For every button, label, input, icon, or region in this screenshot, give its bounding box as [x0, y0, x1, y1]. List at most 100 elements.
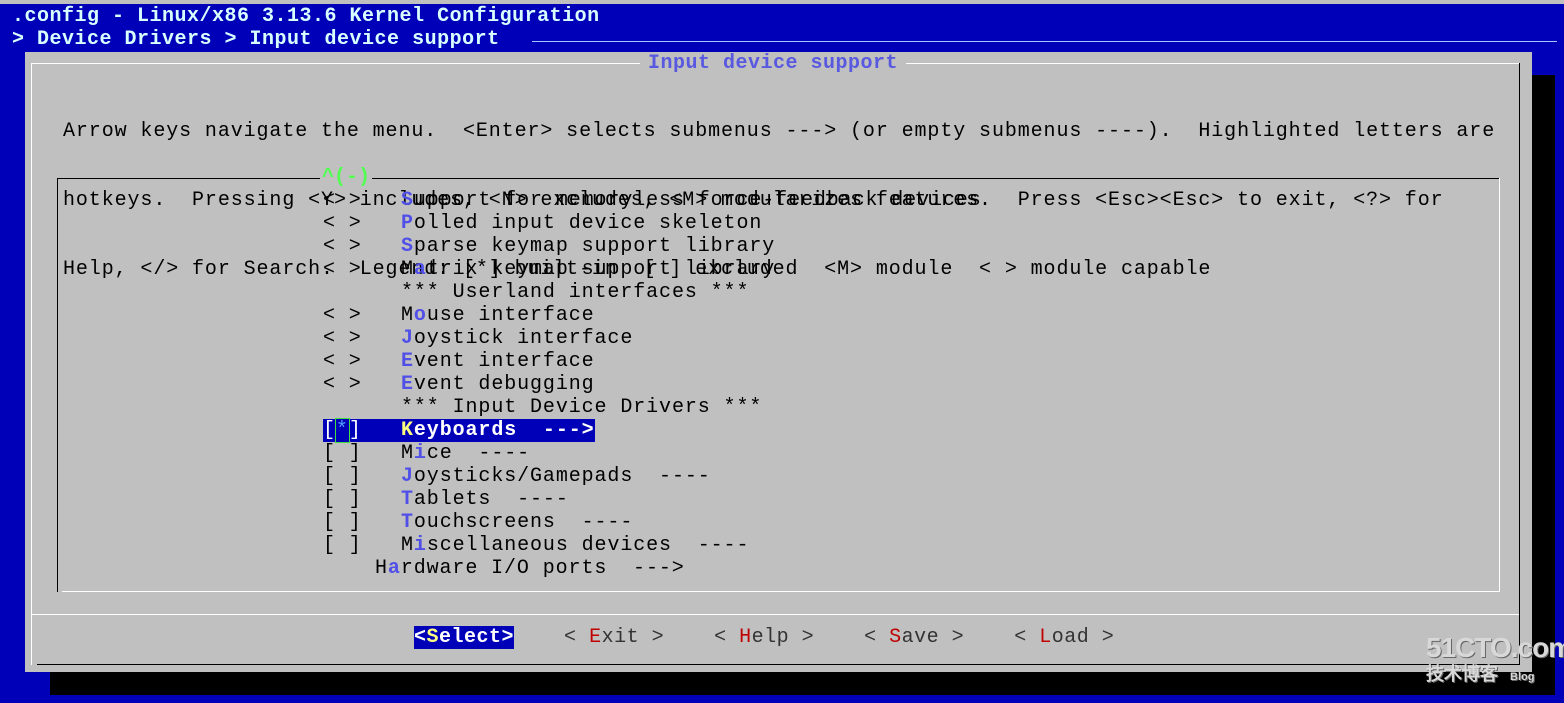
- menu-box-top: [57, 178, 1500, 179]
- item-label-rest: oystick interface: [413, 327, 634, 350]
- button-select[interactable]: <Select>: [414, 626, 515, 649]
- menu-item[interactable]: < > Joystick interface: [323, 327, 982, 350]
- button-label-rest: xit >: [601, 626, 665, 649]
- button-help[interactable]: < Help >: [714, 626, 814, 649]
- menu-item[interactable]: < > Sparse keymap support library: [323, 235, 982, 258]
- item-checkbox[interactable]: < >: [323, 350, 401, 373]
- item-label-rest: trix keymap support library: [426, 258, 776, 281]
- item-label-prefix: M: [401, 258, 414, 281]
- breadcrumb: > Device Drivers > Input device support: [12, 28, 500, 51]
- item-checkbox[interactable]: [ ]: [323, 511, 401, 534]
- button-label-rest: ave >: [901, 626, 965, 649]
- menu-item[interactable]: [ ] Mice ----: [323, 442, 982, 465]
- item-label: Hardware I/O ports --->: [375, 557, 685, 580]
- button-bracket: <: [714, 626, 740, 649]
- menu-item-selected[interactable]: [*] Keyboards --->: [323, 418, 595, 443]
- item-label-rest: vent debugging: [413, 373, 595, 396]
- item-checkbox[interactable]: < >: [323, 327, 401, 350]
- item-label: Joysticks/Gamepads ----: [401, 465, 711, 488]
- menu-item[interactable]: < > Matrix keymap support library: [323, 258, 982, 281]
- menu-item[interactable]: < > Mouse interface: [323, 304, 982, 327]
- button-label-rest: oad >: [1051, 626, 1115, 649]
- item-checkbox[interactable]: [ ]: [323, 534, 401, 557]
- item-hotkey: T: [401, 488, 414, 511]
- watermark-sub-text: 技术博客: [1426, 664, 1498, 684]
- dialog-frame-left: [31, 63, 32, 665]
- item-label: Event interface: [401, 350, 595, 373]
- item-hotkey: S: [401, 235, 414, 258]
- item-hotkey: T: [401, 511, 414, 534]
- item-label-rest: parse keymap support library: [413, 235, 776, 258]
- item-label: Miscellaneous devices ----: [401, 534, 749, 557]
- menu-box-left: [57, 178, 58, 592]
- button-exit[interactable]: < Exit >: [564, 626, 664, 649]
- item-checkbox[interactable]: < >: [323, 258, 401, 281]
- item-hotkey: J: [401, 465, 414, 488]
- scroll-up-indicator[interactable]: ^(-): [320, 166, 373, 189]
- menu-item[interactable]: *** Input Device Drivers ***: [323, 396, 982, 419]
- item-label-rest: scellaneous devices ----: [426, 534, 750, 557]
- item-label: Sparse keymap support library: [401, 235, 775, 258]
- menu-item[interactable]: *** Userland interfaces ***: [323, 281, 982, 304]
- item-hotkey: a: [413, 258, 427, 281]
- button-hotkey: L: [1039, 626, 1052, 649]
- menu-item[interactable]: < > Event debugging: [323, 373, 982, 396]
- button-save[interactable]: < Save >: [864, 626, 964, 649]
- item-checkbox[interactable]: < >: [323, 304, 401, 327]
- item-label: Matrix keymap support library: [401, 258, 775, 281]
- item-checkbox[interactable]: [*]: [323, 418, 401, 443]
- item-label-rest: vent interface: [413, 350, 595, 373]
- help-line: Arrow keys navigate the menu. <Enter> se…: [63, 120, 1496, 143]
- item-checkbox[interactable]: < >: [323, 235, 401, 258]
- menu-item[interactable]: [ ] Joysticks/Gamepads ----: [323, 465, 982, 488]
- item-label-rest: oysticks/Gamepads ----: [413, 465, 711, 488]
- window-top-edge: [0, 0, 1564, 4]
- item-hotkey: P: [401, 212, 414, 235]
- item-hotkey: o: [413, 304, 427, 327]
- item-label-prefix: M: [401, 534, 414, 557]
- menu-item[interactable]: Hardware I/O ports --->: [323, 557, 982, 580]
- item-label-prefix: *** Input Device Drivers ***: [401, 396, 763, 419]
- window-title: .config - Linux/x86 3.13.6 Kernel Config…: [12, 5, 600, 28]
- item-hotkey: S: [401, 189, 414, 212]
- button-load[interactable]: < Load >: [1014, 626, 1114, 649]
- item-label-rest: eyboards --->: [413, 419, 595, 442]
- breadcrumb-rule: [532, 41, 1557, 42]
- watermark-blog: Blog: [1510, 671, 1535, 683]
- item-label-rest: rdware I/O ports --->: [400, 557, 685, 580]
- item-hotkey: E: [401, 350, 414, 373]
- menu-box-right: [1499, 178, 1500, 592]
- item-label-prefix: M: [401, 304, 414, 327]
- button-bracket: <: [1014, 626, 1040, 649]
- menu-item[interactable]: [ ] Tablets ----: [323, 488, 982, 511]
- item-hotkey: K: [401, 419, 414, 442]
- item-label-rest: upport for memoryless force-feedback dev…: [413, 189, 982, 212]
- item-checkbox[interactable]: [ ]: [323, 488, 401, 511]
- item-label-prefix: H: [375, 557, 388, 580]
- button-label-rest: elect>: [439, 626, 515, 649]
- watermark: 51CTO.com 技术博客 Blog: [1426, 632, 1564, 686]
- item-label: Touchscreens ----: [401, 511, 633, 534]
- item-checkbox[interactable]: < >: [323, 373, 401, 396]
- item-checkbox[interactable]: < >: [323, 212, 401, 235]
- menu-item[interactable]: < > Support for memoryless force-feedback…: [323, 189, 982, 212]
- item-checkbox[interactable]: [ ]: [323, 465, 401, 488]
- menu-item[interactable]: [ ] Miscellaneous devices ----: [323, 534, 982, 557]
- item-checkbox[interactable]: < >: [323, 189, 401, 212]
- menu-item[interactable]: [ ] Touchscreens ----: [323, 511, 982, 534]
- dialog-frame-bottom: [37, 664, 1520, 665]
- item-checkbox[interactable]: [ ]: [323, 442, 401, 465]
- button-bracket: <: [414, 626, 427, 649]
- item-label-rest: ablets ----: [413, 488, 569, 511]
- menu-box-bottom: [62, 591, 1500, 592]
- item-label-prefix: *** Userland interfaces ***: [401, 281, 750, 304]
- item-label: *** Userland interfaces ***: [401, 281, 749, 304]
- item-hotkey: i: [413, 534, 427, 557]
- item-hotkey: E: [401, 373, 414, 396]
- menu-item[interactable]: < > Polled input device skeleton: [323, 212, 982, 235]
- item-label-rest: olled input device skeleton: [413, 212, 763, 235]
- button-bar: <Select> < Exit > < Help > < Save > < Load >: [414, 626, 1164, 649]
- button-hotkey: H: [739, 626, 752, 649]
- menu-item[interactable]: < > Event interface: [323, 350, 982, 373]
- item-label-prefix: M: [401, 442, 414, 465]
